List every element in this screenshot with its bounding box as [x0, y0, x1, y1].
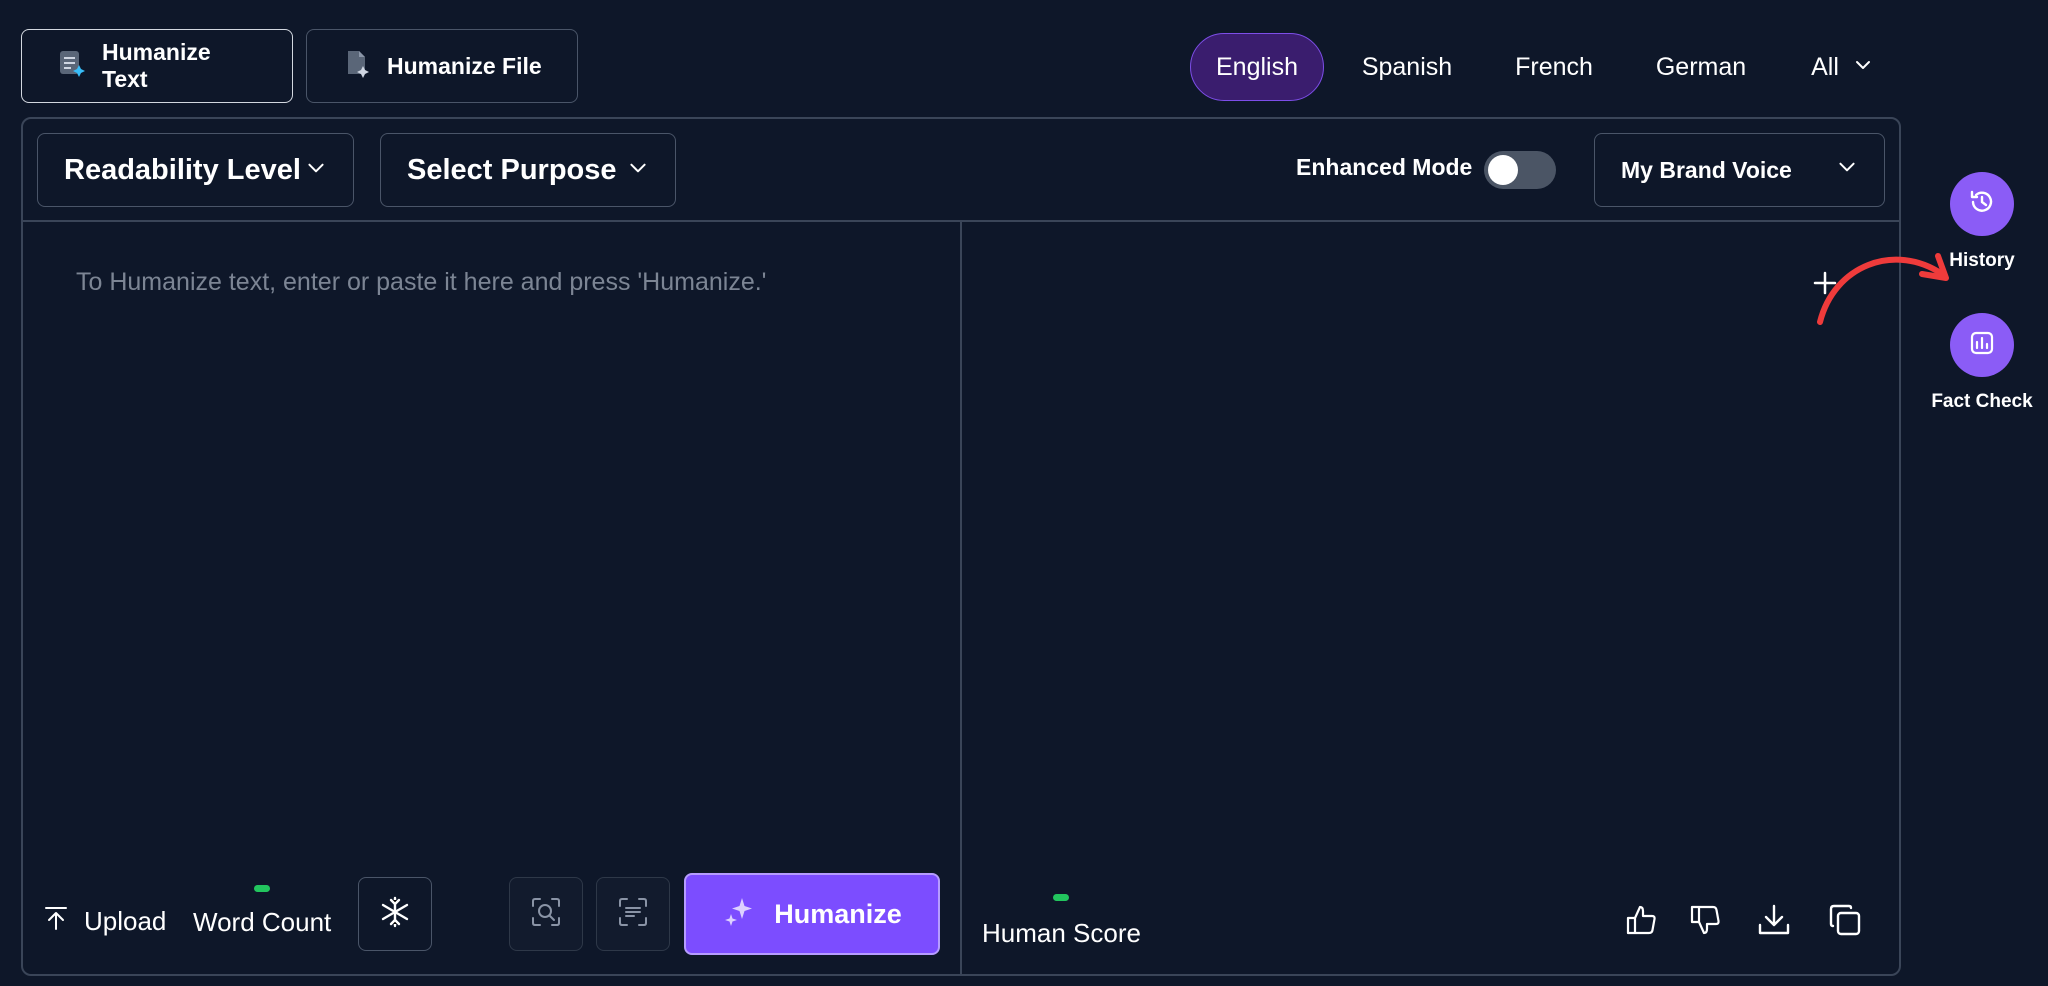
- humanize-text-icon: [56, 48, 86, 84]
- thumbs-up-icon[interactable]: [1624, 902, 1660, 938]
- history-icon: [1967, 187, 1997, 222]
- upload-icon: [44, 905, 68, 938]
- download-icon[interactable]: [1756, 902, 1792, 938]
- language-german-label: German: [1655, 52, 1747, 81]
- upload-button[interactable]: Upload: [44, 905, 166, 938]
- copy-icon[interactable]: [1827, 902, 1863, 938]
- language-german[interactable]: German: [1640, 33, 1762, 101]
- language-all-label: All: [1811, 52, 1839, 81]
- chevron-down-icon: [1836, 156, 1858, 184]
- brand-voice-label: My Brand Voice: [1621, 156, 1792, 183]
- humanize-button[interactable]: Humanize: [684, 873, 940, 955]
- enhanced-mode-toggle[interactable]: [1484, 151, 1556, 189]
- chart-icon: [1967, 328, 1997, 363]
- brand-voice-dropdown[interactable]: My Brand Voice: [1594, 133, 1885, 207]
- human-score-indicator: [1053, 894, 1069, 901]
- language-english[interactable]: English: [1190, 33, 1324, 101]
- history-button[interactable]: [1950, 172, 2014, 236]
- humanize-button-label: Humanize: [774, 898, 902, 929]
- language-spanish-label: Spanish: [1361, 52, 1453, 81]
- scan-button[interactable]: [509, 877, 583, 951]
- readability-level-dropdown[interactable]: Readability Level: [37, 133, 354, 207]
- select-purpose-label: Select Purpose: [407, 153, 617, 186]
- select-purpose-dropdown[interactable]: Select Purpose: [380, 133, 676, 207]
- readability-level-label: Readability Level: [64, 153, 301, 186]
- language-french[interactable]: French: [1494, 33, 1614, 101]
- language-all-dropdown[interactable]: All: [1794, 33, 1890, 101]
- chevron-down-icon: [305, 154, 327, 187]
- text-align-icon: [616, 895, 650, 934]
- language-english-label: English: [1216, 52, 1298, 81]
- word-count-indicator: [254, 885, 270, 892]
- language-spanish[interactable]: Spanish: [1344, 33, 1470, 101]
- human-score-label: Human Score: [982, 918, 1141, 948]
- toggle-knob: [1488, 155, 1518, 185]
- humanize-file-icon: [341, 48, 371, 84]
- enhanced-mode-label: Enhanced Mode: [1296, 154, 1473, 180]
- language-french-label: French: [1515, 52, 1593, 81]
- humanize-text-label: Humanize Text: [102, 39, 211, 92]
- chevron-down-icon: [627, 154, 649, 187]
- upload-label: Upload: [84, 906, 167, 936]
- freeze-words-button[interactable]: [358, 877, 432, 951]
- snowflake-icon: [378, 895, 412, 934]
- scan-icon: [529, 895, 563, 934]
- fact-check-label: Fact Check: [1931, 391, 2033, 412]
- thumbs-down-icon[interactable]: [1688, 902, 1724, 938]
- fact-check-button[interactable]: [1950, 313, 2014, 377]
- history-label: History: [1949, 250, 2015, 271]
- text-format-button[interactable]: [596, 877, 670, 951]
- humanize-text-tab[interactable]: Humanize Text: [21, 29, 293, 103]
- word-count-label: Word Count: [193, 907, 332, 937]
- text-input[interactable]: [50, 240, 940, 860]
- humanize-file-tab[interactable]: Humanize File: [306, 29, 578, 103]
- column-divider: [960, 221, 962, 976]
- humanize-file-label: Humanize File: [387, 52, 542, 79]
- chevron-down-icon: [1839, 53, 1873, 82]
- sparkles-icon: [722, 894, 756, 935]
